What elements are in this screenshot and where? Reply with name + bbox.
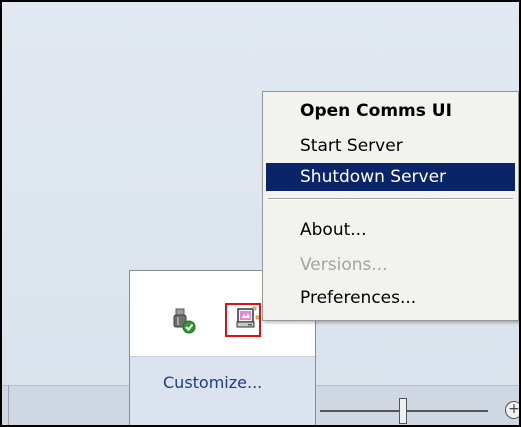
usb-safely-remove-icon[interactable]	[170, 307, 198, 335]
menu-item-shutdown-server[interactable]: Shutdown Server	[266, 163, 515, 191]
menu-item-preferences[interactable]: Preferences...	[266, 284, 515, 312]
highlight-box	[225, 303, 261, 337]
menu-item-versions: Versions...	[300, 255, 388, 275]
zoom-slider-thumb[interactable]	[399, 398, 407, 424]
screenshot-frame: + Customize... Open Comms UI Start Serve…	[0, 0, 521, 427]
menu-item-start-server[interactable]: Start Server	[266, 132, 515, 160]
customize-link[interactable]: Customize...	[163, 373, 262, 392]
zoom-in-icon[interactable]: +	[505, 401, 519, 419]
menu-separator	[268, 198, 513, 200]
context-menu: Open Comms UI Start Server Shutdown Serv…	[262, 91, 519, 321]
taskbar-divider	[8, 385, 9, 425]
menu-item-open-comms-ui[interactable]: Open Comms UI	[266, 97, 515, 125]
menu-item-about[interactable]: About...	[266, 216, 515, 244]
